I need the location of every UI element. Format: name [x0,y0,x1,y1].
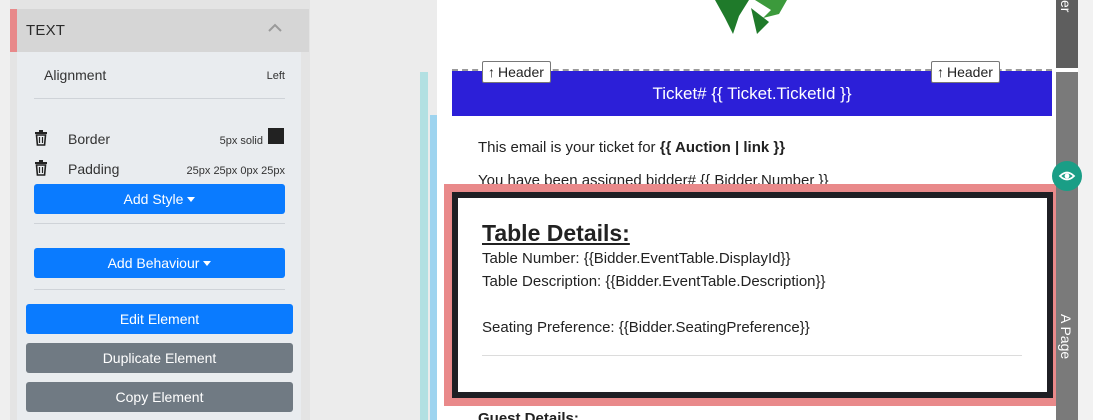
alignment-value[interactable]: Left [230,70,285,82]
section-accent-bar [10,9,17,52]
add-behaviour-button[interactable]: Add Behaviour [34,248,285,278]
header-tag-label: Header [947,64,993,80]
header-rail-label: er [1058,0,1074,13]
copy-element-button[interactable]: Copy Element [26,382,293,412]
arrow-up-icon: ↑ [937,64,944,80]
table-number-line: Table Number: {{Bidder.EventTable.Displa… [482,250,791,267]
seating-preference-line: Seating Preference: {{Bidder.SeatingPref… [482,319,810,336]
border-value[interactable]: 5px solid [190,135,263,147]
trash-icon[interactable] [34,160,48,176]
padding-label: Padding [68,161,120,177]
duplicate-element-button[interactable]: Duplicate Element [26,343,293,373]
nesting-guide [420,72,428,420]
header-tag-right[interactable]: ↑ Header [931,61,1000,83]
panel-left-strip [0,0,10,420]
edit-element-button[interactable]: Edit Element [26,304,293,334]
canvas-background [310,0,437,420]
add-behaviour-label: Add Behaviour [107,255,200,271]
padding-value[interactable]: 25px 25px 0px 25px [160,165,285,177]
arrow-up-icon: ↑ [488,64,495,80]
header-tag-left[interactable]: ↑ Header [482,61,551,83]
add-style-button[interactable]: Add Style [34,184,285,214]
intro-prefix: This email is your ticket for [478,139,660,156]
text-section-header[interactable]: TEXT [10,9,309,52]
table-details-title: Table Details: [482,220,630,246]
alignment-label: Alignment [44,67,107,83]
auction-link-token: {{ Auction | link }} [659,139,786,156]
chevron-up-icon[interactable] [267,21,283,37]
rail-edge [1078,0,1093,420]
eye-icon[interactable] [1052,161,1082,191]
table-divider [482,355,1022,356]
guest-details-heading: Guest Details: [478,410,579,420]
table-description-line: Table Description: {{Bidder.EventTable.D… [482,273,826,290]
caret-down-icon [187,196,196,202]
page-rail-tab[interactable] [1056,72,1078,420]
header-tag-label: Header [498,64,544,80]
divider [34,289,285,290]
page-rail-label: A Page [1058,314,1074,360]
intro-text[interactable]: This email is your ticket for {{ Auction… [478,139,785,156]
border-label: Border [68,131,111,147]
border-color-swatch[interactable] [268,128,284,144]
caret-down-icon [203,260,212,266]
section-title: TEXT [26,22,66,39]
divider [34,98,285,99]
trash-icon[interactable] [34,130,48,146]
add-style-label: Add Style [123,191,184,207]
logo-icon [711,0,791,36]
divider [34,223,285,224]
